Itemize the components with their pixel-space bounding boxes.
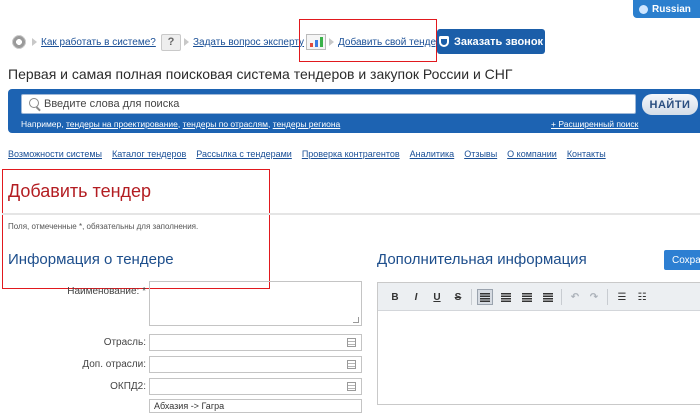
example-link-design[interactable]: тендеры на проектирование (66, 119, 178, 129)
align-right-button[interactable] (519, 289, 535, 305)
numbered-list-icon: ☷ (637, 291, 647, 303)
redo-icon: ↷ (589, 291, 599, 303)
site-tagline: Первая и самая полная поисковая система … (8, 66, 513, 82)
name-label: Наименование: * (67, 286, 146, 297)
search-icon (29, 98, 39, 108)
editor-toolbar (378, 283, 700, 311)
main-nav: Возможности системы Каталог тендеров Рас… (8, 149, 616, 159)
toolbar-separator (607, 289, 608, 305)
industry-field[interactable] (149, 334, 362, 351)
bold-button[interactable]: B (387, 289, 403, 305)
language-label: Russian (652, 3, 691, 15)
arrow-icon (184, 38, 189, 46)
align-right-icon (522, 292, 532, 302)
info-section-title: Информация о тендере (8, 251, 174, 268)
required-note: Поля, отмеченные *, обязательны для запо… (8, 222, 199, 231)
nav-about[interactable]: О компании (507, 149, 557, 159)
underline-button[interactable]: U (429, 289, 445, 305)
align-justify-button[interactable] (540, 289, 556, 305)
nav-mailing[interactable]: Рассылка с тендерами (196, 149, 292, 159)
divider (2, 213, 700, 215)
italic-button[interactable]: I (408, 289, 424, 305)
toolbar-separator (561, 289, 562, 305)
search-examples: Например, тендеры на проектирование, тен… (21, 119, 341, 129)
nav-contacts[interactable]: Контакты (567, 149, 606, 159)
nav-check-contractors[interactable]: Проверка контрагентов (302, 149, 400, 159)
list-icon (347, 382, 356, 391)
how-it-works-link[interactable]: Как работать в системе? (41, 37, 156, 48)
region-field[interactable]: Абхазия -> Гагра (149, 399, 362, 413)
save-button[interactable]: Сохра (664, 250, 700, 270)
bullet-list-button[interactable]: ☰ (614, 289, 630, 305)
align-center-icon (501, 292, 511, 302)
extra-industry-label: Доп. отрасли: (82, 359, 146, 370)
region-value: Абхазия -> Гагра (154, 401, 225, 411)
strikethrough-button[interactable]: S (450, 289, 466, 305)
extra-section-title: Дополнительная информация (377, 251, 587, 268)
nav-reviews[interactable]: Отзывы (464, 149, 497, 159)
nav-analytics[interactable]: Аналитика (410, 149, 455, 159)
how-it-works-item[interactable]: Как работать в системе? (8, 28, 156, 56)
okpd-field[interactable] (149, 378, 362, 395)
list-icon (347, 360, 356, 369)
phone-icon (438, 36, 449, 47)
list-icon (347, 338, 356, 347)
align-left-button[interactable] (477, 289, 493, 305)
nav-features[interactable]: Возможности системы (8, 149, 102, 159)
align-center-button[interactable] (498, 289, 514, 305)
gear-icon (8, 31, 30, 53)
order-call-button[interactable]: Заказать звонок (437, 29, 545, 54)
advanced-search-link[interactable]: + Расширенный поиск (551, 119, 638, 129)
search-button[interactable]: НАЙТИ (642, 94, 698, 115)
extra-industry-field[interactable] (149, 356, 362, 373)
okpd-label: ОКПД2: (110, 381, 146, 392)
arrow-icon (329, 38, 334, 46)
add-tender-item[interactable]: Добавить свой тендер (305, 28, 442, 56)
numbered-list-button[interactable]: ☷ (634, 289, 650, 305)
redo-button[interactable]: ↷ (586, 289, 602, 305)
globe-icon (639, 4, 648, 14)
name-textarea[interactable] (149, 281, 362, 326)
undo-button[interactable]: ↶ (567, 289, 583, 305)
page-title: Добавить тендер (8, 181, 152, 201)
search-input[interactable]: Введите слова для поиска (21, 94, 636, 114)
language-switch[interactable]: Russian (633, 0, 700, 18)
align-left-icon (480, 292, 490, 302)
arrow-icon (32, 38, 37, 46)
add-tender-link[interactable]: Добавить свой тендер (338, 37, 442, 48)
ask-expert-link[interactable]: Задать вопрос эксперту (193, 37, 304, 48)
toolbar-separator (471, 289, 472, 305)
chart-icon (305, 31, 327, 53)
example-link-region[interactable]: тендеры региона (273, 119, 341, 129)
nav-catalog[interactable]: Каталог тендеров (112, 149, 186, 159)
advanced-search[interactable]: + Расширенный поиск (551, 119, 638, 129)
question-icon: ? (160, 31, 182, 53)
industry-label: Отрасль: (103, 337, 146, 348)
example-link-industries[interactable]: тендеры по отраслям (183, 119, 268, 129)
resize-grip-icon (353, 317, 359, 323)
bullet-list-icon: ☰ (617, 291, 627, 303)
undo-icon: ↶ (570, 291, 580, 303)
align-justify-icon (543, 292, 553, 302)
ask-expert-item[interactable]: ? Задать вопрос эксперту (160, 28, 304, 56)
